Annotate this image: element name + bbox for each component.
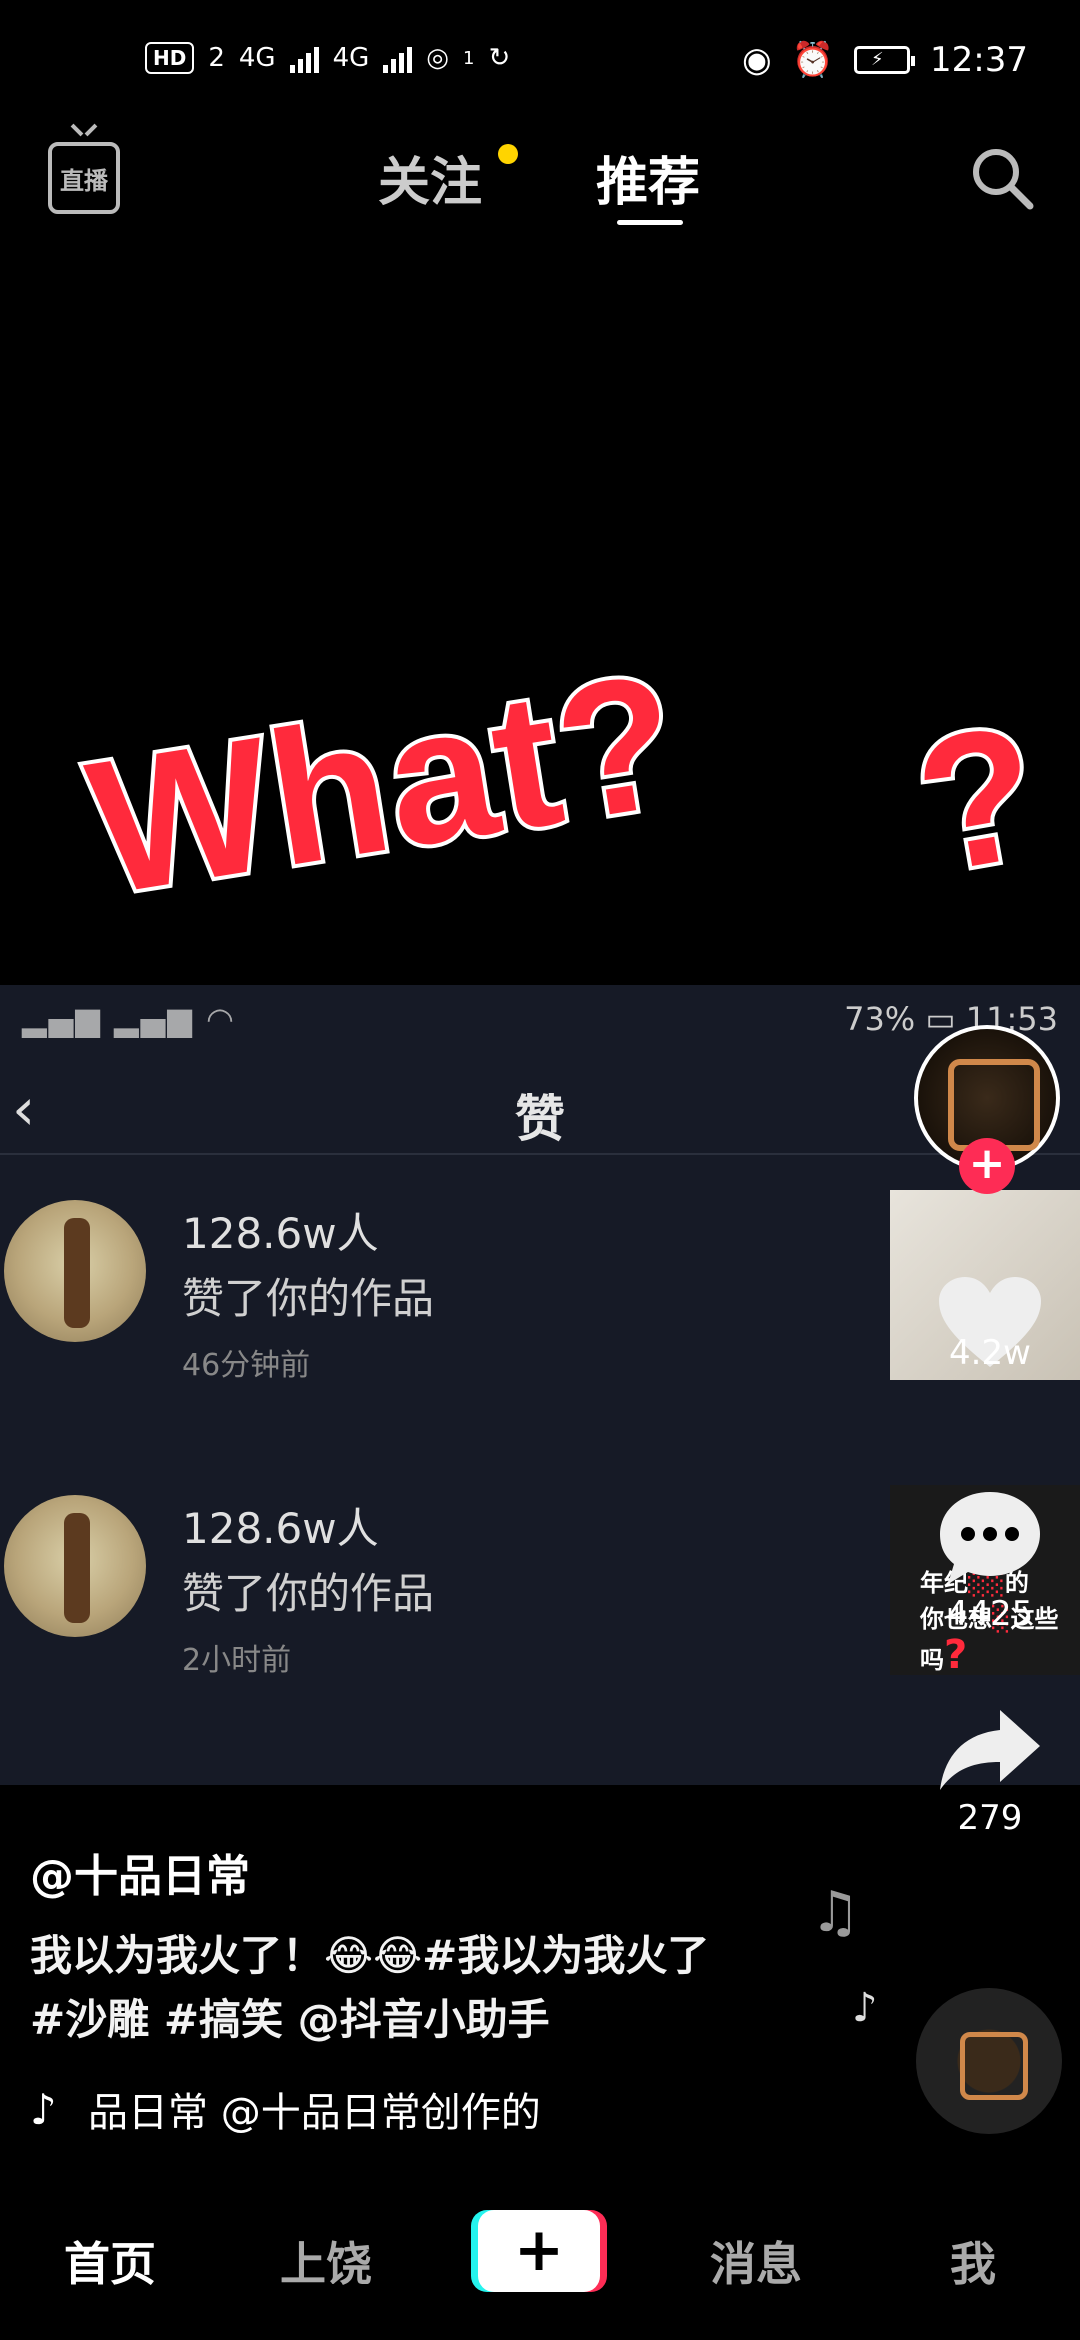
video-caption: @十品日常 我以为我火了！😂😂#我以为我火了 #沙雕 #搞笑 @抖音小助手	[30, 1840, 810, 2052]
network-type-2: 4G	[332, 43, 370, 73]
like-count: 128.6w人	[182, 1504, 379, 1553]
music-note-icon: ♪	[30, 2084, 57, 2134]
nfc-icon: ↻	[488, 43, 511, 73]
like-button[interactable]: 4.2w	[900, 1275, 1080, 1373]
signal-icon-2	[383, 43, 413, 73]
tab-recommend[interactable]: 推荐	[596, 140, 700, 215]
floating-note-icon: ♪	[852, 1985, 878, 2031]
music-track-name: 品日常 @十品日常创作的	[88, 2090, 541, 2136]
nav-local[interactable]: 上饶	[280, 2228, 372, 2294]
like-message: 赞了你的作品	[182, 1569, 435, 1618]
overlay-question-mark: ?	[898, 681, 1057, 918]
live-label: 直播	[60, 166, 108, 195]
avatar	[4, 1495, 146, 1637]
comment-count-label: 4425	[946, 1594, 1034, 1634]
like-message: 赞了你的作品	[182, 1274, 435, 1323]
nav-me[interactable]: 我	[950, 2228, 996, 2294]
status-left: HD 2 4G 4G ◎ 1 ↻	[145, 42, 510, 74]
music-disc[interactable]	[916, 1988, 1062, 2134]
battery-icon: ⚡	[854, 46, 916, 74]
embedded-battery: 73%	[844, 1000, 916, 1038]
author-handle[interactable]: @十品日常	[30, 1840, 810, 1904]
sim-index: 2	[208, 43, 225, 73]
hotspot-count: 1	[462, 47, 475, 69]
music-info[interactable]: ♪ 品日常 @十品日常创作的	[30, 2080, 628, 2138]
follow-plus-button[interactable]: +	[959, 1138, 1015, 1194]
like-time: 2小时前	[182, 1643, 292, 1678]
floating-note-icon: ♫	[810, 1880, 861, 1945]
create-button[interactable]: +	[478, 2210, 600, 2292]
live-button[interactable]: 直播	[48, 142, 120, 214]
share-icon	[940, 1710, 1040, 1790]
tab-follow[interactable]: 关注	[378, 140, 482, 215]
description-line[interactable]: 我以为我火了！😂😂#我以为我火了	[30, 1924, 810, 1988]
comment-button[interactable]: 4425	[900, 1488, 1080, 1634]
overlay-what-text: What?	[72, 629, 696, 939]
like-count-label: 4.2w	[949, 1333, 1031, 1373]
embedded-status-bar: ▂▄▆ ▂▄▆ ◠ 73% ▭ 11:53	[0, 985, 1080, 1055]
video-description: 我以为我火了！😂😂#我以为我火了 #沙雕 #搞笑 @抖音小助手	[30, 1924, 810, 2052]
status-time: 12:37	[930, 40, 1028, 80]
nav-home[interactable]: 首页	[64, 2228, 156, 2294]
screen: HD 2 4G 4G ◎ 1 ↻ ◉ ⏰ ⚡ 12:37 直播 关注 推荐 Wh…	[0, 0, 1080, 2340]
embedded-signal-icons: ▂▄▆ ▂▄▆ ◠	[22, 1000, 236, 1038]
status-right: ◉ ⏰ ⚡ 12:37	[742, 40, 1028, 80]
comment-icon	[940, 1492, 1040, 1584]
bottom-nav: 首页 上饶 + 消息 我	[0, 2180, 1080, 2340]
description-line[interactable]: #沙雕 #搞笑 @抖音小助手	[30, 1988, 810, 2052]
embedded-status-right: 73% ▭ 11:53	[844, 1000, 1058, 1038]
signal-icon	[289, 43, 319, 73]
hd-badge: HD	[145, 42, 195, 74]
alarm-icon: ⏰	[791, 40, 835, 80]
active-tab-indicator	[617, 220, 683, 225]
top-nav: 直播 关注 推荐	[0, 130, 1080, 250]
hotspot-icon: ◎	[426, 43, 449, 73]
nav-messages[interactable]: 消息	[710, 2228, 802, 2294]
eye-icon: ◉	[742, 40, 772, 80]
follow-new-dot	[498, 144, 518, 164]
status-bar: HD 2 4G 4G ◎ 1 ↻ ◉ ⏰ ⚡ 12:37	[0, 0, 1080, 130]
search-icon[interactable]	[966, 142, 1038, 214]
thumb-question: ?	[944, 1632, 968, 1678]
like-count: 128.6w人	[182, 1209, 379, 1258]
share-button[interactable]: 279	[900, 1708, 1080, 1838]
like-time: 46分钟前	[182, 1348, 311, 1383]
avatar	[4, 1200, 146, 1342]
share-count-label: 279	[957, 1798, 1023, 1838]
network-type-1: 4G	[238, 43, 276, 73]
